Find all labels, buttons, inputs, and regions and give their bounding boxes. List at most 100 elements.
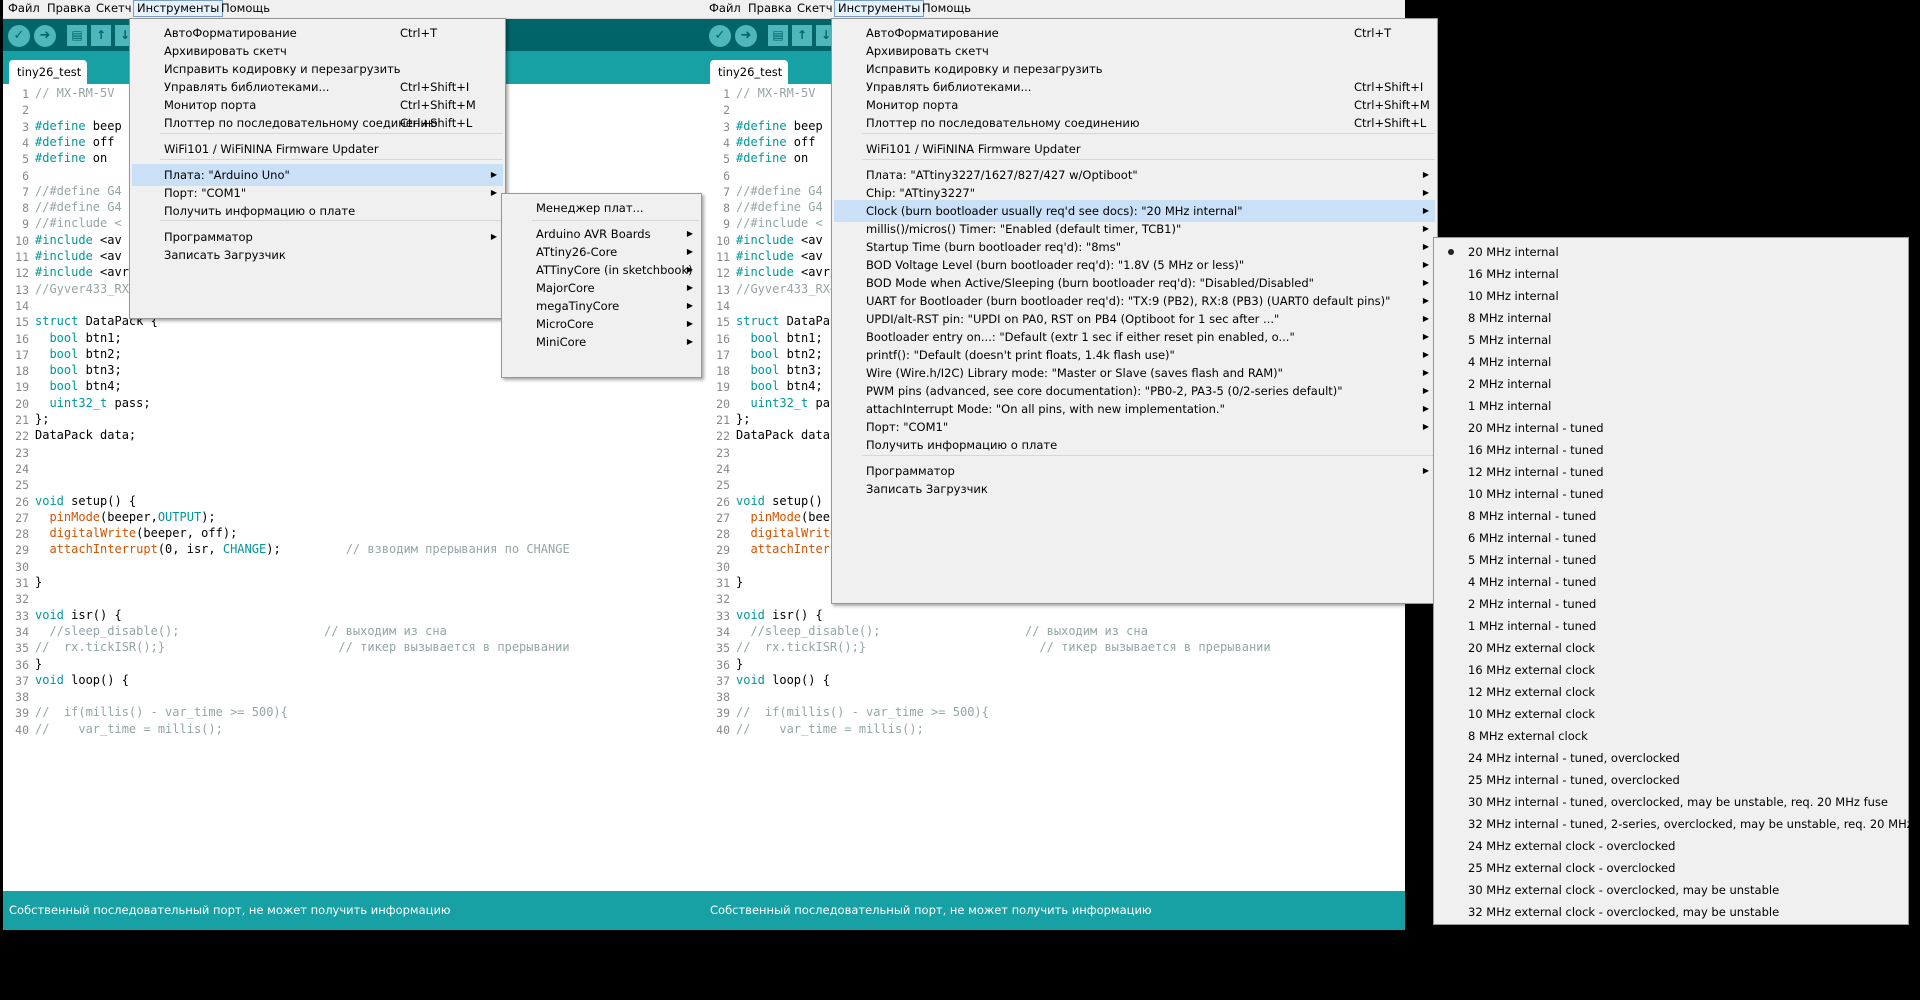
code-line[interactable]: // if(millis() - var_time >= 500){	[736, 705, 989, 719]
code-line[interactable]: DataPack data;	[35, 428, 136, 442]
clock-option[interactable]: 1 MHz internal	[1436, 395, 1906, 417]
code-line[interactable]: };	[35, 412, 49, 426]
code-line[interactable]: //#define G4	[736, 184, 823, 198]
code-line[interactable]: }	[736, 657, 743, 671]
clock-option[interactable]: 12 MHz external clock	[1436, 681, 1906, 703]
code-line[interactable]: void isr() {	[736, 608, 823, 622]
code-line[interactable]: // MX-RM-5V	[736, 86, 815, 100]
code-line[interactable]: };	[736, 412, 750, 426]
clock-option[interactable]: 16 MHz internal	[1436, 263, 1906, 285]
code-line[interactable]: #include <av	[736, 233, 823, 247]
tab-sketch[interactable]: tiny26_test §	[710, 60, 788, 103]
clock-option[interactable]: 10 MHz internal - tuned	[1436, 483, 1906, 505]
new-file-icon[interactable]: ▤	[67, 25, 87, 46]
tools-menu-item[interactable]: Записать Загрузчик	[132, 244, 503, 266]
code-line[interactable]: // if(millis() - var_time >= 500){	[35, 705, 288, 719]
code-line[interactable]: uint32_t pass;	[35, 396, 150, 410]
clock-option[interactable]: 16 MHz internal - tuned	[1436, 439, 1906, 461]
clock-option[interactable]: 32 MHz internal - tuned, 2-series, overc…	[1436, 813, 1920, 835]
code-line[interactable]: void isr() {	[35, 608, 122, 622]
code-line[interactable]: //#define G4	[35, 184, 122, 198]
code-line[interactable]: // MX-RM-5V	[35, 86, 114, 100]
clock-option[interactable]: 30 MHz external clock - overclocked, may…	[1436, 879, 1906, 901]
menu-help[interactable]: Помощь	[218, 1, 273, 16]
menu-sketch[interactable]: Скетч	[93, 1, 135, 16]
clock-option[interactable]: 2 MHz internal	[1436, 373, 1906, 395]
code-line[interactable]: #define off	[35, 135, 114, 149]
upload-arrow-icon[interactable]: ➜	[34, 25, 56, 47]
open-arrow-up-icon[interactable]: ↑	[91, 25, 111, 46]
clock-option[interactable]: 1 MHz internal - tuned	[1436, 615, 1906, 637]
verify-check-icon[interactable]: ✓	[8, 25, 30, 47]
clock-option[interactable]: 4 MHz internal - tuned	[1436, 571, 1906, 593]
code-line[interactable]: bool btn4;	[35, 379, 121, 393]
code-line[interactable]: bool btn3;	[736, 363, 822, 377]
clock-option[interactable]: 16 MHz external clock	[1436, 659, 1906, 681]
menu-edit[interactable]: Правка	[44, 1, 94, 16]
code-line[interactable]: bool btn2;	[35, 347, 121, 361]
code-line[interactable]: pinMode(beeper,OUTPUT);	[35, 510, 215, 524]
code-line[interactable]: }	[736, 575, 743, 589]
tools-menu-item[interactable]: WiFi101 / WiFiNINA Firmware Updater	[834, 138, 1435, 160]
clock-option[interactable]: 5 MHz internal - tuned	[1436, 549, 1906, 571]
code-line[interactable]: // var_time = millis();	[35, 722, 223, 736]
code-line[interactable]: //sleep_disable(); // выходим из сна	[736, 624, 1147, 638]
tools-menu-item[interactable]: Плоттер по последовательному соединению C…	[834, 112, 1435, 134]
clock-option[interactable]: 25 MHz internal - tuned, overclocked	[1436, 769, 1906, 791]
clock-option[interactable]: 8 MHz external clock	[1436, 725, 1906, 747]
board-menu-item[interactable]: MiniCore ▶	[504, 331, 699, 353]
tools-menu-item[interactable]: Записать Загрузчик	[834, 478, 1435, 500]
menu-file[interactable]: Файл	[706, 1, 744, 16]
menu-sketch[interactable]: Скетч	[794, 1, 836, 16]
tools-menu-item[interactable]: Получить информацию о плате	[132, 200, 503, 222]
clock-option[interactable]: 12 MHz internal - tuned	[1436, 461, 1906, 483]
code-line[interactable]: }	[35, 657, 42, 671]
clock-option[interactable]: 30 MHz internal - tuned, overclocked, ma…	[1436, 791, 1906, 813]
clock-option[interactable]: 6 MHz internal - tuned	[1436, 527, 1906, 549]
clock-option[interactable]: 20 MHz internal - tuned	[1436, 417, 1906, 439]
code-line[interactable]: #include <av	[35, 233, 122, 247]
code-line[interactable]: #define beep	[35, 119, 122, 133]
code-line[interactable]: //#include <	[35, 216, 122, 230]
clock-option[interactable]: 24 MHz internal - tuned, overclocked	[1436, 747, 1906, 769]
code-line[interactable]: // rx.tickISR();} // тикер вызывается в …	[35, 640, 570, 654]
code-line[interactable]: #define on	[736, 151, 808, 165]
menu-help[interactable]: Помощь	[919, 1, 974, 16]
code-line[interactable]: #include <av	[736, 249, 823, 263]
code-line[interactable]: bool btn3;	[35, 363, 121, 377]
code-line[interactable]: //#define G4	[736, 200, 823, 214]
code-line[interactable]: #include <av	[35, 249, 122, 263]
open-arrow-up-icon[interactable]: ↑	[792, 25, 812, 46]
clock-option[interactable]: 8 MHz internal	[1436, 307, 1906, 329]
code-line[interactable]: // rx.tickISR();} // тикер вызывается в …	[736, 640, 1271, 654]
code-line[interactable]: DataPack data;	[736, 428, 837, 442]
clock-option[interactable]: 20 MHz internal	[1436, 241, 1906, 263]
clock-option[interactable]: 8 MHz internal - tuned	[1436, 505, 1906, 527]
clock-option[interactable]: 5 MHz internal	[1436, 329, 1906, 351]
clock-option[interactable]: 24 MHz external clock - overclocked	[1436, 835, 1906, 857]
menu-edit[interactable]: Правка	[745, 1, 795, 16]
code-line[interactable]: //#include <	[736, 216, 823, 230]
code-line[interactable]: void loop() {	[35, 673, 129, 687]
clock-option[interactable]: 32 MHz external clock - overclocked, may…	[1436, 901, 1906, 923]
tools-menu-item[interactable]: Получить информацию о плате	[834, 434, 1435, 456]
menu-tools[interactable]: Инструменты	[133, 0, 224, 17]
code-line[interactable]: bool btn1;	[35, 331, 121, 345]
code-line[interactable]: digitalWrite(beeper, off);	[35, 526, 237, 540]
board-menu-item[interactable]: Менеджер плат...	[504, 197, 699, 219]
clock-option[interactable]: 20 MHz external clock	[1436, 637, 1906, 659]
code-line[interactable]: #define on	[35, 151, 107, 165]
code-line[interactable]: }	[35, 575, 42, 589]
code-line[interactable]: attachInterrupt(0, isr, CHANGE); // взво…	[35, 542, 569, 556]
tools-menu-item[interactable]: Плоттер по последовательному соединению C…	[132, 112, 503, 134]
clock-option[interactable]: 4 MHz internal	[1436, 351, 1906, 373]
upload-arrow-icon[interactable]: ➜	[735, 25, 757, 47]
clock-option[interactable]: 10 MHz internal	[1436, 285, 1906, 307]
clock-option[interactable]: 2 MHz internal - tuned	[1436, 593, 1906, 615]
clock-option[interactable]: 10 MHz external clock	[1436, 703, 1906, 725]
menu-file[interactable]: Файл	[5, 1, 43, 16]
tab-sketch[interactable]: tiny26_test §	[9, 60, 87, 103]
code-line[interactable]: // var_time = millis();	[736, 722, 924, 736]
code-line[interactable]: bool btn1;	[736, 331, 822, 345]
code-line[interactable]: #define off	[736, 135, 815, 149]
